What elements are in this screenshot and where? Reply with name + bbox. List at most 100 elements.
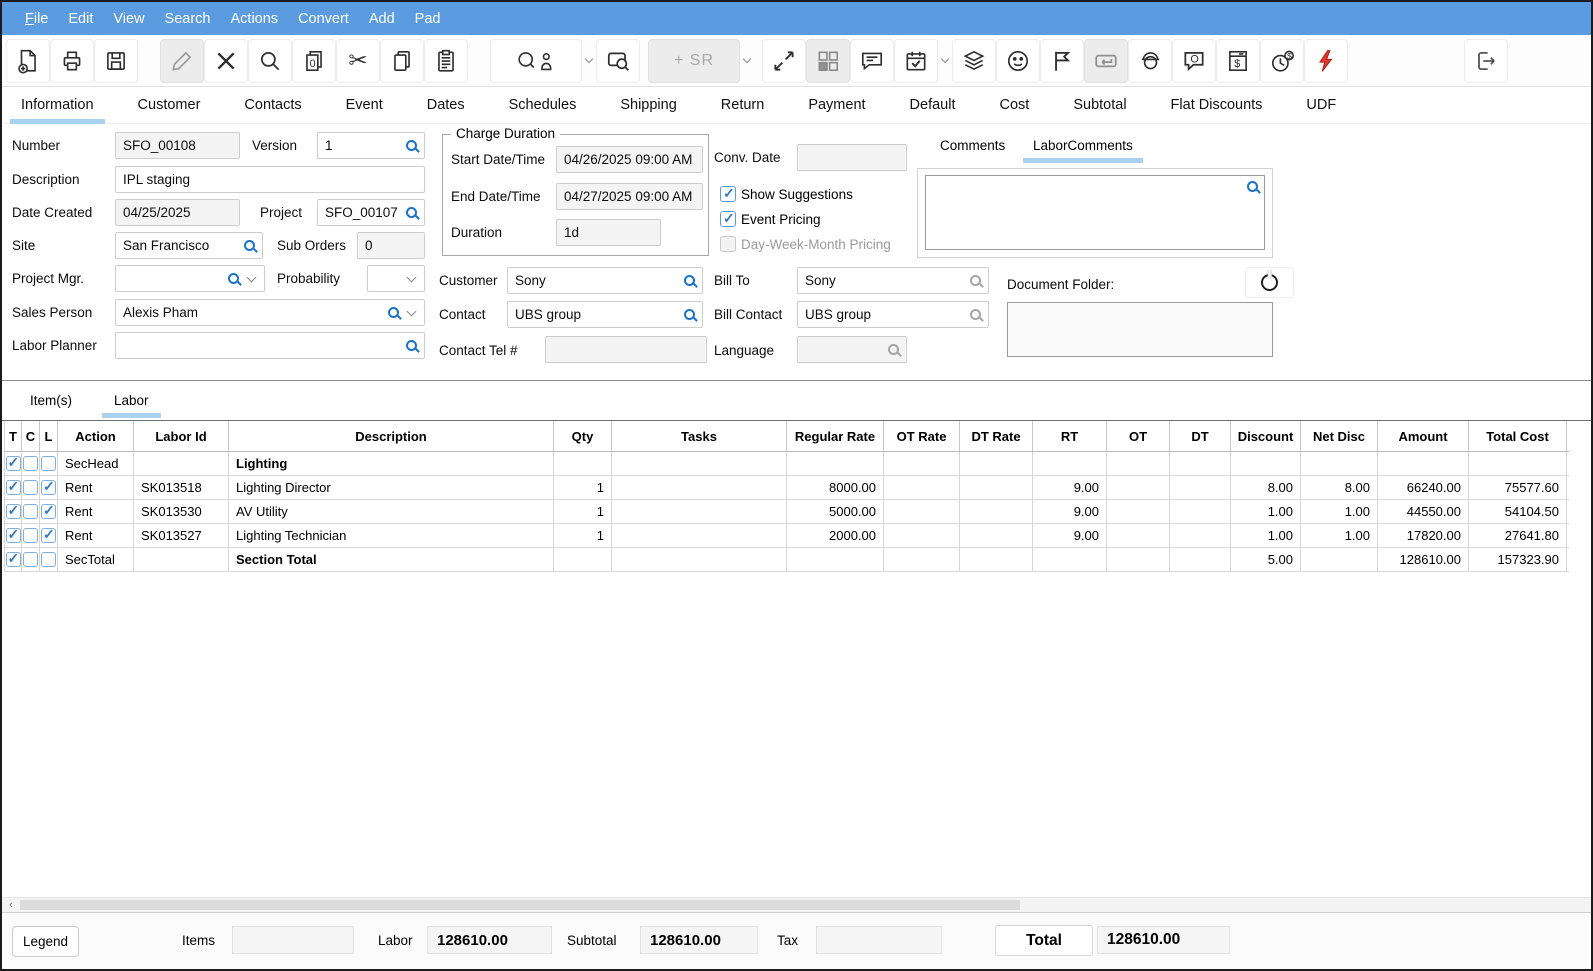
- tab-subtotal[interactable]: Subtotal: [1062, 88, 1137, 123]
- chevron-down-icon[interactable]: [407, 273, 417, 283]
- search-person-button[interactable]: [490, 39, 582, 83]
- duration-field[interactable]: 1d: [556, 219, 661, 246]
- search-icon[interactable]: [888, 344, 899, 355]
- chevron-down-icon[interactable]: [247, 273, 257, 283]
- row-checkbox[interactable]: [23, 528, 38, 543]
- event-pricing-checkbox[interactable]: Event Pricing: [720, 211, 821, 227]
- layout-grid-button[interactable]: [806, 39, 850, 83]
- col-qty[interactable]: Qty: [554, 421, 612, 451]
- time-money-button[interactable]: $: [1260, 39, 1304, 83]
- search-icon[interactable]: [244, 240, 255, 251]
- sales-person-field[interactable]: Alexis Pham: [115, 299, 425, 326]
- tab-contacts[interactable]: Contacts: [233, 88, 312, 123]
- col-dt-rate[interactable]: DT Rate: [960, 421, 1033, 451]
- tab-schedules[interactable]: Schedules: [498, 88, 588, 123]
- expand-button[interactable]: [762, 39, 806, 83]
- table-row[interactable]: SecHeadLighting: [4, 452, 1569, 476]
- search-icon[interactable]: [1247, 181, 1258, 192]
- row-checkbox[interactable]: [41, 480, 56, 495]
- labor-planner-field[interactable]: [115, 332, 425, 359]
- col-regular-rate[interactable]: Regular Rate: [787, 421, 884, 451]
- comment-button[interactable]: [850, 39, 894, 83]
- col-labor-id[interactable]: Labor Id: [134, 421, 229, 451]
- preview-search-button[interactable]: [596, 39, 640, 83]
- row-checkbox[interactable]: [41, 456, 56, 471]
- probability-select[interactable]: [367, 265, 425, 292]
- tab-labor[interactable]: Labor: [100, 385, 163, 418]
- menu-pad[interactable]: Pad: [405, 11, 451, 27]
- search-button[interactable]: [248, 39, 292, 83]
- contact-field[interactable]: UBS group: [507, 301, 703, 328]
- calendar-dropdown[interactable]: [938, 39, 952, 83]
- copy-zero-button[interactable]: 0: [292, 39, 336, 83]
- tab-flat-discounts[interactable]: Flat Discounts: [1160, 88, 1274, 123]
- exit-button[interactable]: [1464, 39, 1508, 83]
- search-icon[interactable]: [388, 307, 399, 318]
- new-document-button[interactable]: [6, 39, 50, 83]
- search-icon[interactable]: [406, 340, 417, 351]
- row-checkbox[interactable]: [6, 480, 21, 495]
- search-person-dropdown[interactable]: [582, 39, 596, 83]
- tab-cost[interactable]: Cost: [989, 88, 1041, 123]
- search-icon[interactable]: [406, 140, 417, 151]
- legend-button[interactable]: Legend: [12, 926, 79, 957]
- menu-add[interactable]: Add: [359, 11, 405, 27]
- delete-button[interactable]: [204, 39, 248, 83]
- search-icon[interactable]: [684, 275, 695, 286]
- language-field[interactable]: [797, 336, 907, 363]
- col-tasks[interactable]: Tasks: [612, 421, 787, 451]
- table-row[interactable]: RentSK013518Lighting Director18000.009.0…: [4, 476, 1569, 500]
- tab-customer[interactable]: Customer: [127, 88, 212, 123]
- tab-comments[interactable]: Comments: [930, 134, 1015, 161]
- tab-information[interactable]: Information: [10, 88, 105, 123]
- date-created-field[interactable]: 04/25/2025: [115, 199, 240, 226]
- tab-default[interactable]: Default: [899, 88, 967, 123]
- chevron-down-icon[interactable]: [407, 307, 417, 317]
- row-checkbox[interactable]: [23, 552, 38, 567]
- col-dt[interactable]: DT: [1170, 421, 1231, 451]
- document-folder-box[interactable]: [1007, 302, 1273, 357]
- col-action[interactable]: Action: [58, 421, 134, 451]
- scroll-left-arrow[interactable]: ‹: [4, 898, 18, 912]
- description-field[interactable]: IPL staging: [115, 166, 425, 193]
- comment-o-button[interactable]: O: [1172, 39, 1216, 83]
- start-datetime-field[interactable]: 04/26/2025 09:00 AM: [556, 146, 703, 173]
- bill-contact-field[interactable]: UBS group: [797, 301, 989, 328]
- search-icon[interactable]: [684, 309, 695, 320]
- enter-key-button[interactable]: [1084, 39, 1128, 83]
- table-row[interactable]: SecTotalSection Total5.00128610.00157323…: [4, 548, 1569, 572]
- horizontal-scrollbar[interactable]: ‹: [2, 897, 1591, 912]
- labor-comments-textarea[interactable]: [925, 175, 1265, 250]
- menu-file[interactable]: File: [15, 11, 58, 27]
- col-t[interactable]: T: [4, 421, 22, 451]
- col-description[interactable]: Description: [229, 421, 554, 451]
- scrollbar-thumb[interactable]: [20, 900, 1020, 910]
- row-checkbox[interactable]: [23, 504, 38, 519]
- col-c[interactable]: C: [22, 421, 40, 451]
- tab-laborcomments[interactable]: LaborComments: [1023, 134, 1143, 161]
- project-mgr-field[interactable]: [115, 265, 265, 292]
- col-ot[interactable]: OT: [1107, 421, 1170, 451]
- menu-search[interactable]: Search: [155, 11, 221, 27]
- edit-pencil-button[interactable]: [160, 39, 204, 83]
- row-checkbox[interactable]: [23, 480, 38, 495]
- show-suggestions-checkbox[interactable]: Show Suggestions: [720, 186, 853, 202]
- search-icon[interactable]: [970, 309, 981, 320]
- search-icon[interactable]: [228, 273, 239, 284]
- row-checkbox[interactable]: [6, 504, 21, 519]
- add-sr-button[interactable]: + SR: [648, 39, 740, 83]
- worker-button[interactable]: [1128, 39, 1172, 83]
- tab-return[interactable]: Return: [710, 88, 776, 123]
- save-button[interactable]: [94, 39, 138, 83]
- row-checkbox[interactable]: [6, 456, 21, 471]
- tab-payment[interactable]: Payment: [797, 88, 876, 123]
- paste-button[interactable]: [424, 39, 468, 83]
- col-total-cost[interactable]: Total Cost: [1469, 421, 1567, 451]
- calendar-check-button[interactable]: [894, 39, 938, 83]
- row-checkbox[interactable]: [6, 552, 21, 567]
- col-discount[interactable]: Discount: [1231, 421, 1301, 451]
- invoice-window-button[interactable]: $: [1216, 39, 1260, 83]
- cut-button[interactable]: ✂: [336, 39, 380, 83]
- tab-shipping[interactable]: Shipping: [609, 88, 687, 123]
- col-l[interactable]: L: [40, 421, 58, 451]
